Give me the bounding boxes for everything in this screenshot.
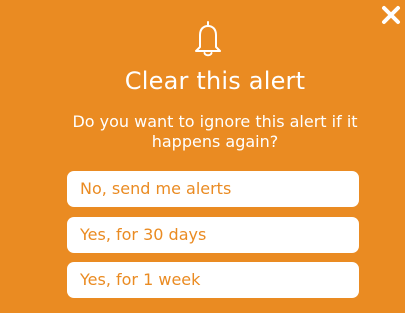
close-button[interactable] xyxy=(379,3,403,27)
bell-icon xyxy=(191,19,225,59)
dialog-title: Clear this alert xyxy=(124,67,306,95)
dialog-question: Do you want to ignore this alert if it h… xyxy=(72,112,358,151)
option-label: Yes, for 1 week xyxy=(80,270,201,289)
yes-30-days-button[interactable]: Yes, for 30 days xyxy=(67,217,359,253)
alert-dialog: Clear this alert Do you want to ignore t… xyxy=(0,0,405,313)
close-icon xyxy=(382,6,400,24)
no-send-alerts-button[interactable]: No, send me alerts xyxy=(67,171,359,207)
option-label: No, send me alerts xyxy=(80,179,232,198)
yes-1-week-button[interactable]: Yes, for 1 week xyxy=(67,262,359,298)
option-label: Yes, for 30 days xyxy=(80,225,207,244)
